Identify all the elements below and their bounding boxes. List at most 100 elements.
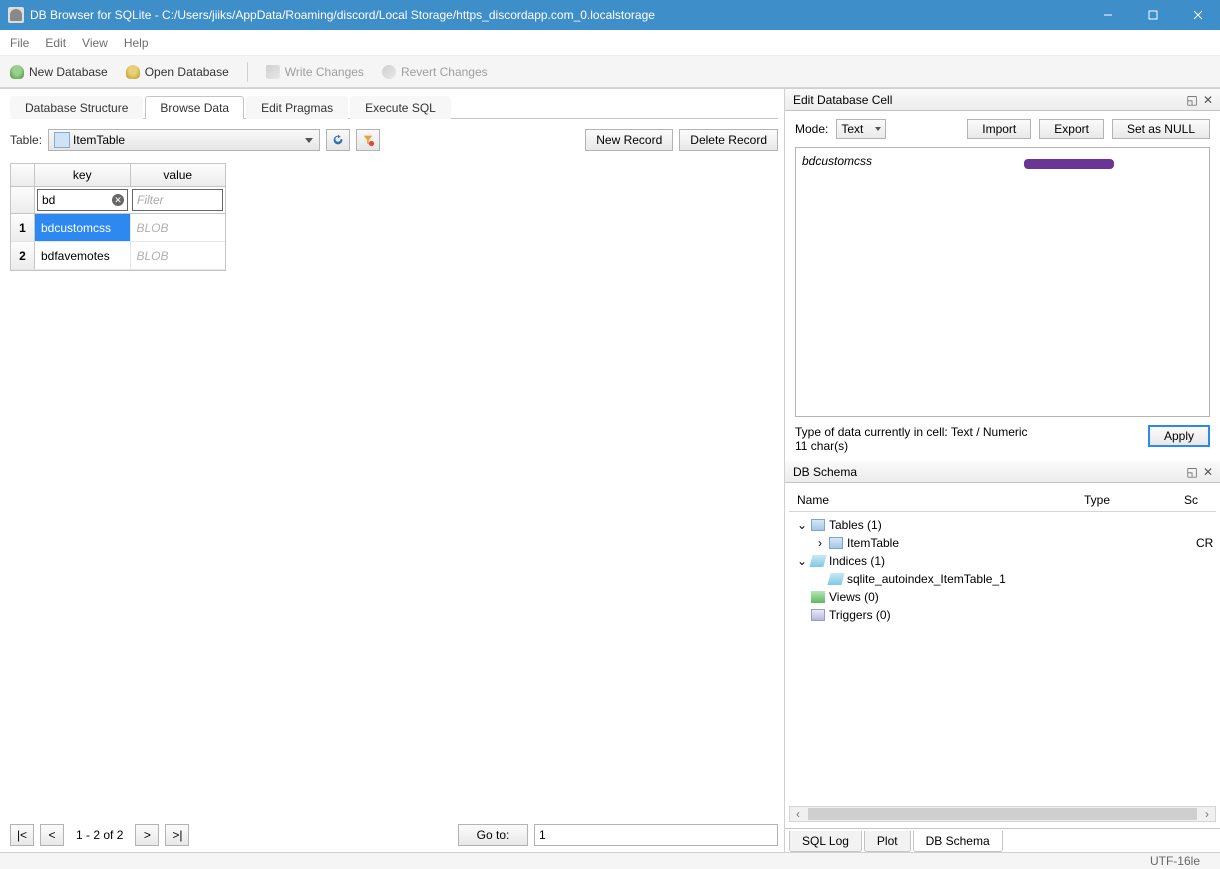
open-database-label: Open Database bbox=[145, 65, 229, 79]
edit-cell-panel: Mode: Text Import Export Set as NULL bdc… bbox=[785, 111, 1220, 461]
menu-help[interactable]: Help bbox=[124, 36, 149, 50]
mode-value: Text bbox=[841, 122, 863, 136]
menu-edit[interactable]: Edit bbox=[45, 36, 66, 50]
titlebar: DB Browser for SQLite - C:/Users/jiiks/A… bbox=[0, 0, 1220, 30]
tree-node-itemtable[interactable]: › ItemTable CR bbox=[789, 534, 1216, 552]
tree-node-autoindex[interactable]: sqlite_autoindex_ItemTable_1 bbox=[789, 570, 1216, 588]
import-button[interactable]: Import bbox=[967, 119, 1031, 139]
close-button[interactable] bbox=[1175, 0, 1220, 30]
cell-type-info: Type of data currently in cell: Text / N… bbox=[795, 425, 1148, 439]
mode-label: Mode: bbox=[795, 122, 828, 136]
edit-cell-title: Edit Database Cell bbox=[793, 93, 1184, 107]
tab-edit-pragmas[interactable]: Edit Pragmas bbox=[246, 96, 348, 119]
revert-changes-button[interactable]: Revert Changes bbox=[382, 65, 488, 79]
write-changes-button[interactable]: Write Changes bbox=[266, 65, 364, 79]
db-schema-header: DB Schema ◱ ✕ bbox=[785, 461, 1220, 483]
clear-filters-button[interactable] bbox=[356, 129, 380, 151]
undock-icon[interactable]: ◱ bbox=[1184, 93, 1200, 107]
close-panel-icon[interactable]: ✕ bbox=[1200, 465, 1216, 479]
open-database-button[interactable]: Open Database bbox=[126, 65, 229, 79]
right-pane: Edit Database Cell ◱ ✕ Mode: Text Import… bbox=[784, 89, 1220, 852]
tree-node-triggers[interactable]: Triggers (0) bbox=[789, 606, 1216, 624]
tab-execute-sql[interactable]: Execute SQL bbox=[350, 96, 451, 119]
scroll-right-icon[interactable]: › bbox=[1199, 807, 1215, 821]
new-database-label: New Database bbox=[29, 65, 108, 79]
index-icon bbox=[827, 573, 844, 585]
close-panel-icon[interactable]: ✕ bbox=[1200, 93, 1216, 107]
triggers-icon bbox=[811, 609, 825, 621]
minimize-button[interactable] bbox=[1085, 0, 1130, 30]
db-schema-title: DB Schema bbox=[793, 465, 1184, 479]
main-tabs: Database Structure Browse Data Edit Prag… bbox=[10, 95, 778, 119]
tab-browse-data[interactable]: Browse Data bbox=[145, 96, 244, 119]
menu-file[interactable]: File bbox=[10, 36, 29, 50]
cell-key[interactable]: bdfavemotes bbox=[35, 242, 131, 269]
undock-icon[interactable]: ◱ bbox=[1184, 465, 1200, 479]
table-group-icon bbox=[811, 519, 825, 531]
app-icon bbox=[8, 7, 24, 23]
cell-value[interactable]: BLOB bbox=[131, 242, 226, 269]
prev-page-button[interactable]: < bbox=[40, 824, 64, 846]
index-group-icon bbox=[809, 555, 826, 567]
edit-cell-header: Edit Database Cell ◱ ✕ bbox=[785, 89, 1220, 111]
write-changes-label: Write Changes bbox=[285, 65, 364, 79]
goto-input[interactable] bbox=[534, 824, 778, 846]
chevron-right-icon[interactable]: › bbox=[815, 536, 825, 550]
schema-col-type[interactable]: Type bbox=[1084, 493, 1184, 507]
row-number: 2 bbox=[11, 242, 35, 269]
tab-db-schema[interactable]: DB Schema bbox=[913, 831, 1003, 852]
left-pane: Database Structure Browse Data Edit Prag… bbox=[0, 89, 784, 852]
apply-button[interactable]: Apply bbox=[1148, 425, 1210, 447]
cell-content-textarea[interactable]: bdcustomcss bbox=[795, 147, 1210, 417]
filter-value-input[interactable] bbox=[132, 189, 223, 211]
encoding-label: UTF-16le bbox=[1150, 854, 1200, 868]
export-button[interactable]: Export bbox=[1039, 119, 1104, 139]
bottom-tabs: SQL Log Plot DB Schema bbox=[785, 828, 1220, 852]
mode-select[interactable]: Text bbox=[836, 119, 886, 139]
db-schema-panel: Name Type Sc ⌄ Tables (1) › ItemTable bbox=[785, 483, 1220, 828]
chevron-down-icon[interactable]: ⌄ bbox=[797, 554, 807, 568]
schema-col-schema[interactable]: Sc bbox=[1184, 493, 1208, 507]
pager: |< < 1 - 2 of 2 > >| Go to: bbox=[10, 816, 778, 846]
col-header-value[interactable]: value bbox=[131, 164, 226, 186]
next-page-button[interactable]: > bbox=[135, 824, 159, 846]
set-as-null-button[interactable]: Set as NULL bbox=[1112, 119, 1210, 139]
refresh-button[interactable] bbox=[326, 129, 350, 151]
maximize-button[interactable] bbox=[1130, 0, 1175, 30]
cell-key[interactable]: bdcustomcss bbox=[35, 214, 131, 241]
horizontal-scrollbar[interactable]: ‹ › bbox=[789, 806, 1216, 822]
table-select[interactable]: ItemTable bbox=[48, 129, 320, 151]
database-icon bbox=[10, 65, 24, 79]
last-page-button[interactable]: >| bbox=[165, 824, 189, 846]
table-select-value: ItemTable bbox=[73, 133, 125, 147]
tab-sql-log[interactable]: SQL Log bbox=[789, 831, 862, 852]
tree-node-indices[interactable]: ⌄ Indices (1) bbox=[789, 552, 1216, 570]
scroll-left-icon[interactable]: ‹ bbox=[790, 807, 806, 821]
chevron-down-icon[interactable]: ⌄ bbox=[797, 518, 807, 532]
new-record-button[interactable]: New Record bbox=[585, 129, 673, 151]
col-header-key[interactable]: key bbox=[35, 164, 131, 186]
tab-database-structure[interactable]: Database Structure bbox=[10, 96, 143, 119]
revert-icon bbox=[382, 65, 396, 79]
schema-tree: ⌄ Tables (1) › ItemTable CR ⌄ In bbox=[789, 512, 1216, 628]
clear-filter-icon[interactable]: ✕ bbox=[112, 194, 124, 206]
table-row[interactable]: 1 bdcustomcss BLOB bbox=[11, 214, 225, 242]
menu-view[interactable]: View bbox=[82, 36, 108, 50]
database-open-icon bbox=[126, 65, 140, 79]
first-page-button[interactable]: |< bbox=[10, 824, 34, 846]
data-grid: key value ✕ 1 bdcustomcss BLOB 2 bbox=[10, 163, 226, 271]
tree-node-views[interactable]: Views (0) bbox=[789, 588, 1216, 606]
grid-corner bbox=[11, 164, 35, 186]
window-title: DB Browser for SQLite - C:/Users/jiiks/A… bbox=[30, 8, 1085, 22]
schema-col-name[interactable]: Name bbox=[797, 493, 1084, 507]
scrollbar-thumb[interactable] bbox=[808, 808, 1197, 820]
tree-node-tables[interactable]: ⌄ Tables (1) bbox=[789, 516, 1216, 534]
goto-button[interactable]: Go to: bbox=[458, 824, 528, 846]
tab-plot[interactable]: Plot bbox=[864, 831, 911, 852]
cell-value[interactable]: BLOB bbox=[131, 214, 226, 241]
delete-record-button[interactable]: Delete Record bbox=[679, 129, 778, 151]
table-row[interactable]: 2 bdfavemotes BLOB bbox=[11, 242, 225, 270]
new-database-button[interactable]: New Database bbox=[10, 65, 108, 79]
write-icon bbox=[266, 65, 280, 79]
page-range: 1 - 2 of 2 bbox=[70, 828, 129, 842]
